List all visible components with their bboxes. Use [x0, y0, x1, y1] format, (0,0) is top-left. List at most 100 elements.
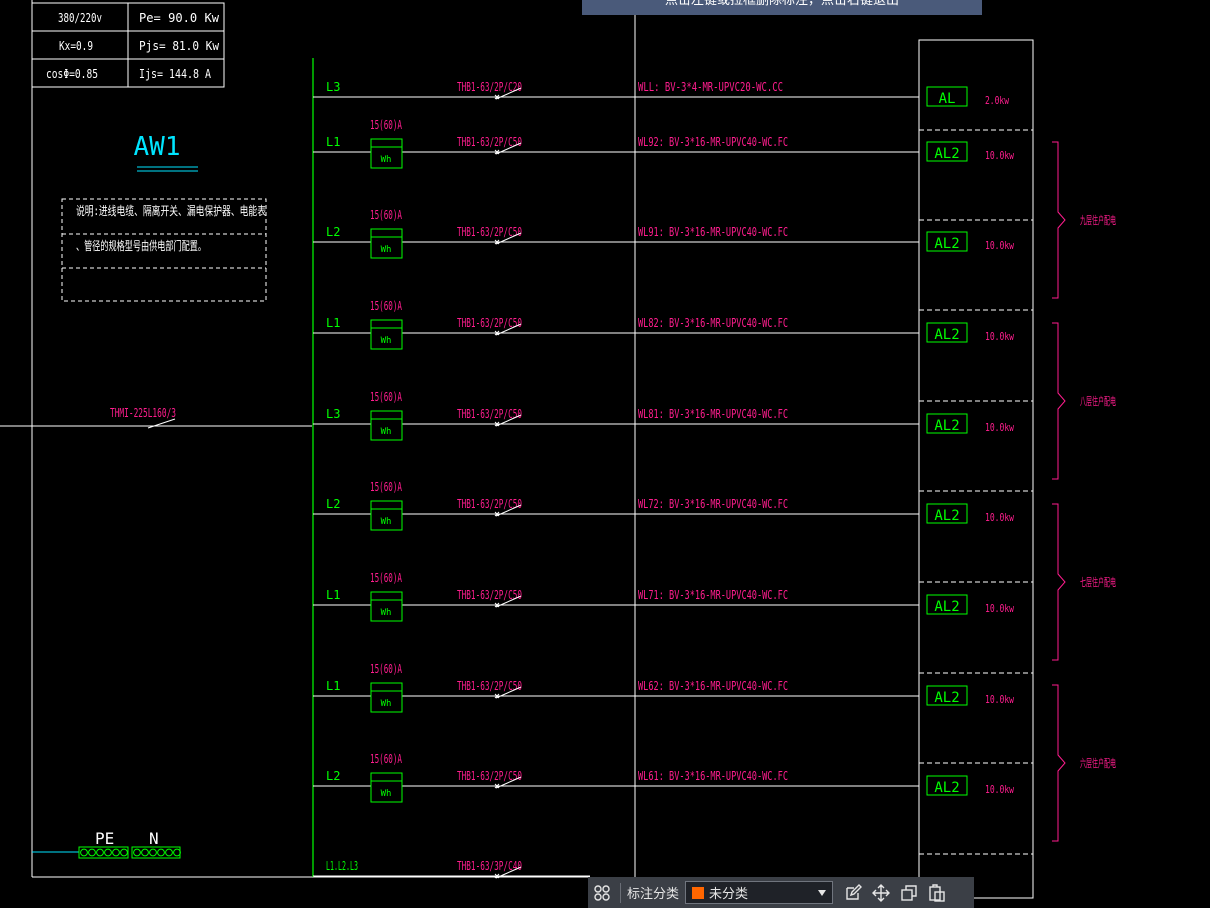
terminal-screw	[80, 848, 88, 857]
circuit-row: L3 THB1-63/2P/C5015(60)AWhWL81: BV-3*16-M…	[313, 390, 1014, 441]
load-kw-label: 2.0kw	[985, 94, 1009, 107]
meter-rating-label: 15(60)A	[370, 390, 402, 404]
cable-spec-label: WL91: BV-3*16-MR-UPVC40-WC.FC	[638, 225, 788, 239]
terminal-screw	[165, 848, 173, 857]
meter-rating-label: 15(60)A	[370, 299, 402, 313]
floor-group: 六层住户配电	[1052, 684, 1116, 842]
load-kw-label: 10.0kw	[985, 693, 1014, 706]
pe-total-text: Pe= 90.0 Kw	[139, 11, 220, 25]
floor-label: 六层住户配电	[1080, 756, 1116, 770]
cable-spec-label: WL71: BV-3*16-MR-UPVC40-WC.FC	[638, 588, 788, 602]
terminal-screw	[96, 848, 104, 857]
edit-icon[interactable]	[839, 879, 867, 907]
command-hint-text: 点击左键或拉框删除标注，点击右键退出	[664, 0, 899, 8]
circuit-row: L1 THB1-63/2P/C5015(60)AWhWL71: BV-3*16-M…	[313, 571, 1014, 622]
meter-rating-label: 15(60)A	[370, 208, 402, 222]
floor-label: 八层住户配电	[1080, 394, 1116, 408]
phase-label: L2	[326, 497, 340, 511]
terminal-screw	[141, 848, 149, 857]
energy-meter-symbol: Wh	[381, 155, 392, 165]
annotation-category-select[interactable]: 未分类	[685, 881, 834, 904]
category-select-value: 未分类	[709, 887, 749, 902]
phase-label: L2	[326, 225, 340, 239]
destination-label: AL2	[934, 599, 959, 615]
circuit-row: L2 THB1-63/2P/C5015(60)AWhWL72: BV-3*16-M…	[313, 480, 1014, 531]
cable-spec-label: WL82: BV-3*16-MR-UPVC40-WC.FC	[638, 316, 788, 330]
load-kw-label: 10.0kw	[985, 421, 1014, 434]
destination-label: AL	[939, 91, 956, 107]
meter-rating-label: 15(60)A	[370, 752, 402, 766]
terminal-screw	[149, 848, 157, 857]
ijs-text: Ijs= 144.8 A	[139, 67, 212, 81]
circuit-row: L1 THB1-63/2P/C5015(60)AWhWL82: BV-3*16-M…	[313, 299, 1014, 350]
pjs-text: Pjs= 81.0 Kw	[139, 39, 220, 53]
note-line-1: 说明:进线电缆、隔离开关、漏电保护器、电能表	[76, 203, 266, 218]
kx-text: Kx=0.9	[59, 39, 93, 53]
circuit-row: L1 THB1-63/2P/C5015(60)AWhWL92: BV-3*16-M…	[313, 118, 1014, 169]
terminal-screw	[104, 848, 112, 857]
grid-icon[interactable]	[588, 879, 616, 907]
main-breaker-contact	[147, 418, 176, 429]
command-hint: 点击左键或拉框删除标注，点击右键退出	[582, 0, 982, 15]
chevron-down-icon	[818, 889, 827, 896]
circuit-row: L2 THB1-63/2P/C5015(60)AWhWL91: BV-3*16-M…	[313, 208, 1014, 259]
destination-label: AL2	[934, 146, 959, 162]
energy-meter-symbol: Wh	[381, 427, 392, 437]
energy-meter-symbol: Wh	[381, 517, 392, 527]
phase-label: L3	[326, 407, 340, 421]
phase-label: L3	[326, 80, 340, 94]
circuit-row: L2 THB1-63/2P/C5015(60)AWhWL61: BV-3*16-M…	[313, 752, 1014, 803]
toolbar-separator	[620, 882, 621, 903]
circuit-row: L1.L2.L3 THB1-63/3P/C40	[313, 859, 590, 879]
floor-bracket	[1052, 322, 1066, 480]
meter-rating-label: 15(60)A	[370, 480, 402, 494]
category-color-swatch	[692, 886, 705, 899]
cable-spec-label: WL92: BV-3*16-MR-UPVC40-WC.FC	[638, 135, 788, 149]
move-icon[interactable]	[867, 879, 895, 907]
phase-label: L1	[326, 588, 340, 602]
phase-label: L1.L2.L3	[326, 859, 358, 873]
floor-groups: 九层住户配电八层住户配电七层住户配电六层住户配电	[1052, 141, 1116, 842]
load-kw-label: 10.0kw	[985, 783, 1014, 796]
floor-bracket	[1052, 684, 1066, 842]
copy-icon[interactable]	[895, 879, 923, 907]
destination-label: AL2	[934, 690, 959, 706]
cable-spec-label: WL61: BV-3*16-MR-UPVC40-WC.FC	[638, 769, 788, 783]
cad-drawing-canvas[interactable]: AW1 说明:进线电缆、隔离开关、漏电保护器、电能表 、管径的规格型号由供电部门…	[0, 0, 1210, 908]
destination-label: AL2	[934, 418, 959, 434]
terminal-screw	[173, 848, 181, 857]
load-kw-label: 10.0kw	[985, 149, 1014, 162]
floor-group: 九层住户配电	[1052, 141, 1116, 299]
energy-meter-symbol: Wh	[381, 245, 392, 255]
n-terminal-label: N	[149, 829, 159, 848]
destination-label: AL2	[934, 327, 959, 343]
paste-icon[interactable]	[923, 879, 951, 907]
circuit-rows: L3 THB1-63/2P/C20 WLL: BV-3*4-MR-UPVC20-WC…	[313, 80, 1033, 879]
destination-label: AL2	[934, 780, 959, 796]
floor-bracket	[1052, 503, 1066, 661]
pe-terminal-label: PE	[95, 829, 114, 848]
terminal-screw	[120, 848, 128, 857]
energy-meter-symbol: Wh	[381, 789, 392, 799]
energy-meter-symbol: Wh	[381, 608, 392, 618]
phase-label: L1	[326, 679, 340, 693]
cos-phi-text: cosΦ=0.85	[46, 67, 98, 81]
meter-rating-label: 15(60)A	[370, 662, 402, 676]
terminal-screw	[133, 848, 141, 857]
main-breaker-label: THMI-225L160/3	[110, 406, 176, 420]
meter-rating-label: 15(60)A	[370, 118, 402, 132]
meter-rating-label: 15(60)A	[370, 571, 402, 585]
distribution-box-outline	[918, 39, 1034, 899]
note-line-2: 、管径的规格型号由供电部门配置。	[76, 238, 206, 253]
destination-label: AL2	[934, 236, 959, 252]
load-kw-label: 10.0kw	[985, 330, 1014, 343]
destination-label: AL2	[934, 508, 959, 524]
cable-spec-label: WLL: BV-3*4-MR-UPVC20-WC.CC	[638, 80, 783, 94]
phase-label: L1	[326, 135, 340, 149]
terminal-screw	[157, 848, 165, 857]
energy-meter-symbol: Wh	[381, 699, 392, 709]
floor-group: 七层住户配电	[1052, 503, 1116, 661]
voltage-text: 380/220v	[58, 11, 102, 25]
cable-spec-label: WL62: BV-3*16-MR-UPVC40-WC.FC	[638, 679, 788, 693]
circuit-row: L1 THB1-63/2P/C5015(60)AWhWL62: BV-3*16-M…	[313, 662, 1014, 713]
